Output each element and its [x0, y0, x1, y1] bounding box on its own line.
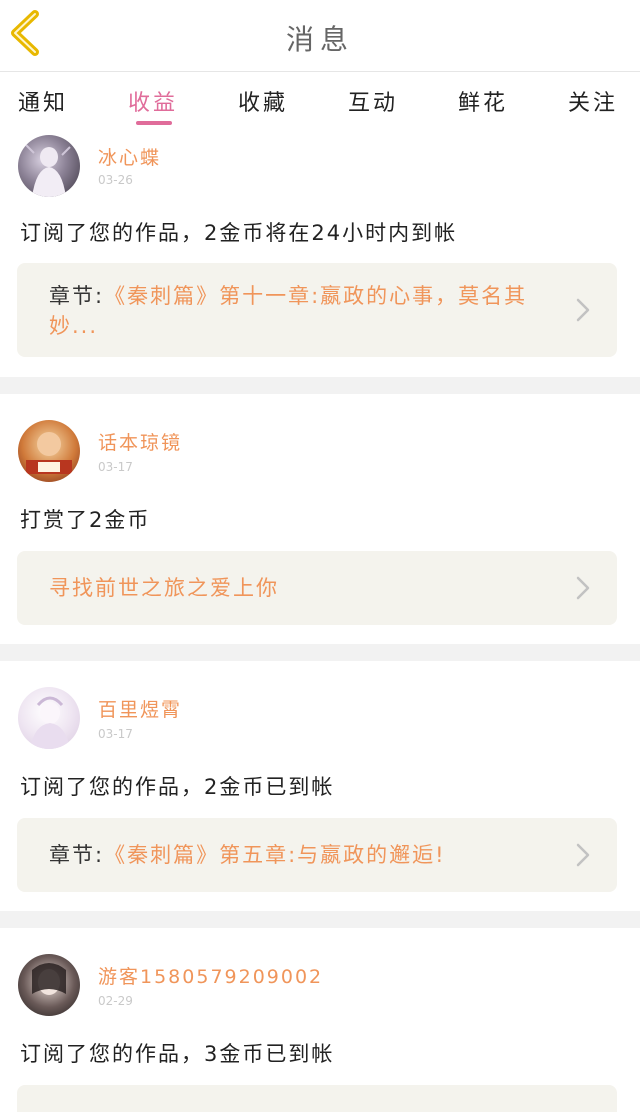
chapter-link[interactable]: 章节:《秦刺篇》第十一章:嬴政的心事，莫名其妙... [17, 263, 617, 357]
chevron-right-icon [576, 298, 590, 322]
message-date: 02-29 [98, 994, 133, 1008]
user-avatar-icon [32, 963, 66, 995]
message-text: 订阅了您的作品，2金币已到帐 [20, 775, 335, 799]
divider [0, 644, 640, 661]
link-title: 《秦刺篇》第五章:与嬴政的邂逅! [104, 843, 446, 867]
list-item: 话本琼镜 03-17 打赏了2金币 寻找前世之旅之爱上你 [0, 394, 640, 644]
list-item: 百里煜霄 03-17 订阅了您的作品，2金币已到帐 章节:《秦刺篇》第五章:与嬴… [0, 661, 640, 911]
avatar[interactable] [18, 420, 80, 482]
header: 消息 [0, 0, 640, 72]
work-link[interactable]: 寻找前世之旅之爱上你 [17, 551, 617, 625]
tab-notifications[interactable]: 通知 [18, 85, 68, 117]
tab-flowers[interactable]: 鲜花 [458, 85, 508, 117]
tab-bar: 通知 收益 收藏 互动 鲜花 关注 [0, 73, 640, 127]
username[interactable]: 游客1580579209002 [98, 962, 323, 989]
chapter-link-text: 章节:《秦刺篇》第十一章:嬴政的心事，莫名其妙... [49, 281, 547, 341]
link-title: 寻找前世之旅之爱上你 [49, 576, 279, 600]
work-link-text: 寻找前世之旅之爱上你 [49, 573, 547, 603]
link-title: 《秦刺篇》第十一章:嬴政的心事，莫名其妙... [49, 284, 528, 338]
chevron-right-icon [576, 843, 590, 867]
username[interactable]: 话本琼镜 [98, 428, 182, 455]
message-text: 打赏了2金币 [20, 508, 151, 532]
page-title: 消息 [285, 23, 354, 56]
link-prefix: 章节: [49, 843, 105, 867]
user-avatar-icon [26, 432, 72, 474]
chapter-link[interactable]: 章节:《秦刺篇》第五章:与嬴政的邂逅! [17, 818, 617, 892]
divider [0, 911, 640, 928]
chapter-link[interactable] [17, 1085, 617, 1112]
avatar[interactable] [18, 135, 80, 197]
chevron-right-icon [576, 576, 590, 600]
tab-interactions[interactable]: 互动 [348, 85, 398, 117]
list-item: 冰心蝶 03-26 订阅了您的作品，2金币将在24小时内到帐 章节:《秦刺篇》第… [0, 127, 640, 377]
username[interactable]: 冰心蝶 [98, 143, 161, 170]
avatar[interactable] [18, 954, 80, 1016]
tab-earnings[interactable]: 收益 [128, 85, 178, 117]
message-date: 03-17 [98, 727, 133, 741]
divider [0, 377, 640, 394]
message-text: 订阅了您的作品，2金币将在24小时内到帐 [20, 221, 458, 245]
user-avatar-icon [25, 144, 71, 197]
username[interactable]: 百里煜霄 [98, 695, 182, 722]
tab-favorites[interactable]: 收藏 [238, 85, 288, 117]
link-prefix: 章节: [49, 284, 105, 308]
active-tab-indicator [136, 121, 172, 125]
list-item: 游客1580579209002 02-29 订阅了您的作品，3金币已到帐 [0, 928, 640, 1112]
message-date: 03-17 [98, 460, 133, 474]
user-avatar-icon [30, 696, 70, 749]
message-date: 03-26 [98, 173, 133, 187]
chapter-link-text: 章节:《秦刺篇》第五章:与嬴政的邂逅! [49, 840, 547, 870]
avatar[interactable] [18, 687, 80, 749]
tab-following[interactable]: 关注 [568, 85, 618, 117]
message-text: 订阅了您的作品，3金币已到帐 [20, 1042, 335, 1066]
